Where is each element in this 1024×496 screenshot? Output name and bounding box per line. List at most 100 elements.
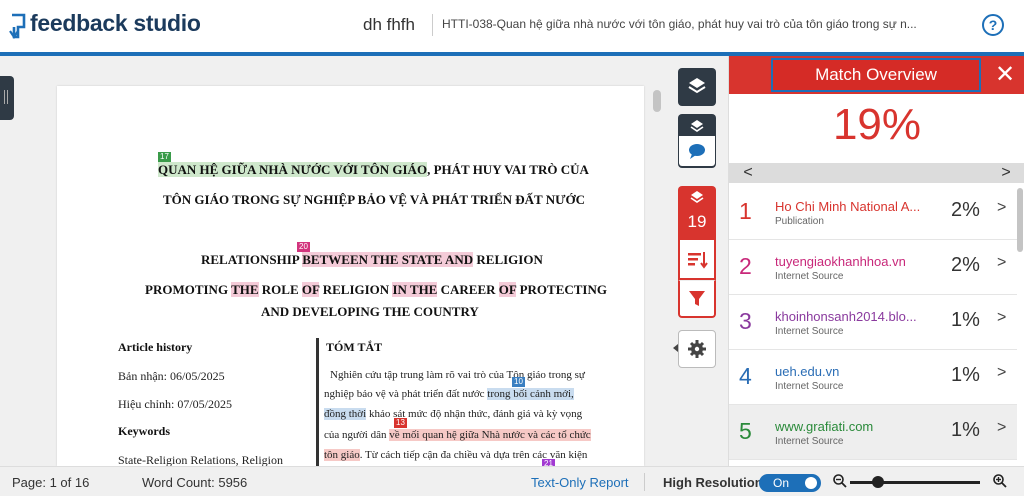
abstract-line-4: của người dân về mối quan hệ giữa Nhà nư…	[324, 429, 591, 441]
match-row[interactable]: 2 tuyengiaokhanhhoa.vn Internet Source 2% >	[729, 240, 1017, 295]
panel-scrollbar[interactable]	[1017, 188, 1023, 252]
layers-icon	[688, 78, 706, 94]
match-tag-20[interactable]: 20	[297, 242, 310, 252]
en-text: PROTECTING	[516, 282, 607, 297]
match-source-type: Internet Source	[775, 271, 844, 282]
en-highlight[interactable]: BETWEEN THE STATE AND	[302, 252, 474, 267]
match-source-name[interactable]: Ho Chi Minh National A...	[775, 199, 920, 214]
en-text: ROLE	[258, 282, 302, 297]
abstract-line-2: nghiệp bảo vệ và phát triển đất nước tro…	[324, 388, 574, 400]
match-row[interactable]: 4 ueh.edu.vn Internet Source 1% >	[729, 350, 1017, 405]
en-highlight[interactable]: IN THE	[392, 282, 438, 297]
header-divider	[432, 14, 433, 36]
prev-button[interactable]: <	[733, 163, 763, 183]
match-source-name[interactable]: www.grafiati.com	[775, 419, 873, 434]
en-text: PROMOTING	[145, 282, 232, 297]
feedback-layer-button[interactable]	[678, 114, 716, 168]
chevron-right-icon[interactable]: >	[997, 419, 1006, 437]
match-row[interactable]: 5 www.grafiati.com Internet Source 1% >	[729, 405, 1017, 460]
comment-area	[679, 136, 715, 166]
title-line-1: QUAN HỆ GIỮA NHÀ NƯỚC VỚI TÔN GIÁO, PHÁT…	[158, 162, 589, 178]
match-source-type: Publication	[775, 216, 824, 227]
abs-highlight[interactable]: tôn giáo	[324, 449, 360, 461]
author-name: dh fhfh	[363, 15, 415, 34]
filter-button[interactable]	[678, 280, 716, 318]
chevron-right-icon[interactable]: >	[997, 364, 1006, 382]
match-number: 1	[739, 198, 752, 224]
match-tag-13[interactable]: 13	[394, 418, 407, 428]
column-divider	[316, 338, 319, 466]
match-tag-17[interactable]: 17	[158, 152, 171, 162]
next-button[interactable]: >	[991, 163, 1021, 183]
chevron-right-icon[interactable]: >	[997, 309, 1006, 327]
match-percent: 1%	[951, 364, 980, 386]
match-row[interactable]: 1 Ho Chi Minh National A... Publication 2% >	[729, 185, 1017, 240]
match-row[interactable]: 3 khoinhonsanh2014.blo... Internet Source 1…	[729, 295, 1017, 350]
word-count: Word Count: 5956	[142, 475, 248, 490]
footer-divider	[644, 473, 645, 491]
en-highlight[interactable]: THE	[231, 282, 259, 297]
abstract-line-3: đồng thời khảo sát mức độ nhận thức, đán…	[324, 408, 582, 420]
abs-highlight[interactable]: đồng thời	[324, 408, 367, 420]
sort-matches-button[interactable]	[678, 240, 716, 280]
feedback-studio-logo-icon	[9, 13, 26, 39]
match-source-name[interactable]: khoinhonsanh2014.blo...	[775, 309, 917, 324]
high-resolution-label: High Resolution	[663, 475, 763, 490]
chevron-right-icon[interactable]: >	[997, 254, 1006, 272]
toggle-state: On	[773, 476, 790, 490]
title-highlight[interactable]: QUAN HỆ GIỮA NHÀ NƯỚC VỚI TÔN GIÁO	[158, 162, 428, 177]
toggle-knob	[805, 477, 817, 489]
match-number: 5	[739, 418, 752, 444]
article-history-label: Article history	[118, 340, 193, 354]
en-text: CAREER	[437, 282, 499, 297]
match-overview-panel: Match Overview ✕ 19% < > 1 Ho Chi Minh Na…	[728, 56, 1024, 466]
gear-icon	[688, 340, 706, 358]
logo-text: feedback studio	[30, 10, 201, 36]
panel-header: Match Overview ✕	[729, 56, 1024, 94]
match-source-name[interactable]: ueh.edu.vn	[775, 364, 839, 379]
title-rest: , PHÁT HUY VAI TRÒ CỦA	[427, 162, 589, 177]
match-number: 3	[739, 308, 752, 334]
collapse-arrow-icon[interactable]	[673, 344, 678, 352]
side-panel-handle[interactable]	[0, 76, 14, 120]
english-title-line-3: AND DEVELOPING THE COUNTRY	[261, 304, 479, 319]
text-only-report-link[interactable]: Text-Only Report	[531, 475, 629, 490]
zoom-slider-knob[interactable]	[872, 476, 884, 488]
en-highlight[interactable]: OF	[498, 282, 517, 297]
high-resolution-toggle[interactable]: On	[759, 474, 821, 492]
abs-highlight[interactable]: về mối quan hệ giữa Nhà nước và các tổ c…	[389, 429, 591, 441]
layers-button[interactable]	[678, 68, 716, 106]
abstract-line-1: Nghiên cứu tập trung làm rõ vai trò của …	[330, 369, 585, 381]
zoom-in-icon[interactable]	[992, 473, 1008, 489]
similarity-layer-button[interactable]: 19	[678, 186, 716, 240]
document-scrollbar[interactable]	[653, 90, 661, 112]
zoom-out-icon[interactable]	[832, 473, 848, 489]
zoom-slider-track[interactable]	[850, 481, 980, 484]
abs-highlight[interactable]: trong bối cảnh mới,	[487, 388, 574, 400]
close-icon[interactable]: ✕	[991, 60, 1019, 90]
revised-date: Hiệu chỉnh: 07/05/2025	[118, 397, 232, 411]
match-tag-10[interactable]: 10	[512, 377, 525, 387]
status-bar: Page: 1 of 16 Word Count: 5956 Text-Only…	[0, 466, 1024, 496]
app-header: feedback studio dh fhfh HTTI-038-Quan hệ…	[0, 0, 1024, 53]
english-title-line-2: PROMOTING THE ROLE OF RELIGION IN THE CA…	[145, 282, 607, 298]
en-highlight[interactable]: OF	[301, 282, 320, 297]
sort-icon	[688, 252, 708, 269]
received-date: Bản nhận: 06/05/2025	[118, 369, 225, 383]
overall-similarity: 19%	[832, 100, 922, 149]
page-indicator: Page: 1 of 16	[12, 475, 90, 490]
abstract-title: TÓM TẮT	[326, 340, 383, 354]
help-icon[interactable]: ?	[982, 14, 1004, 36]
layers-icon	[690, 120, 704, 132]
match-source-type: Internet Source	[775, 326, 844, 337]
match-nav-row: < >	[729, 163, 1024, 183]
match-source-name[interactable]: tuyengiaokhanhhoa.vn	[775, 254, 906, 269]
settings-button[interactable]	[678, 330, 716, 368]
match-number: 2	[739, 253, 752, 279]
match-percent: 2%	[951, 254, 980, 276]
en-text: RELATIONSHIP	[201, 252, 303, 267]
chevron-right-icon[interactable]: >	[997, 199, 1006, 217]
abs-text: của người dân	[324, 429, 390, 441]
document-title: HTTI-038-Quan hệ giữa nhà nước với tôn g…	[442, 17, 917, 31]
match-percent: 1%	[951, 309, 980, 331]
